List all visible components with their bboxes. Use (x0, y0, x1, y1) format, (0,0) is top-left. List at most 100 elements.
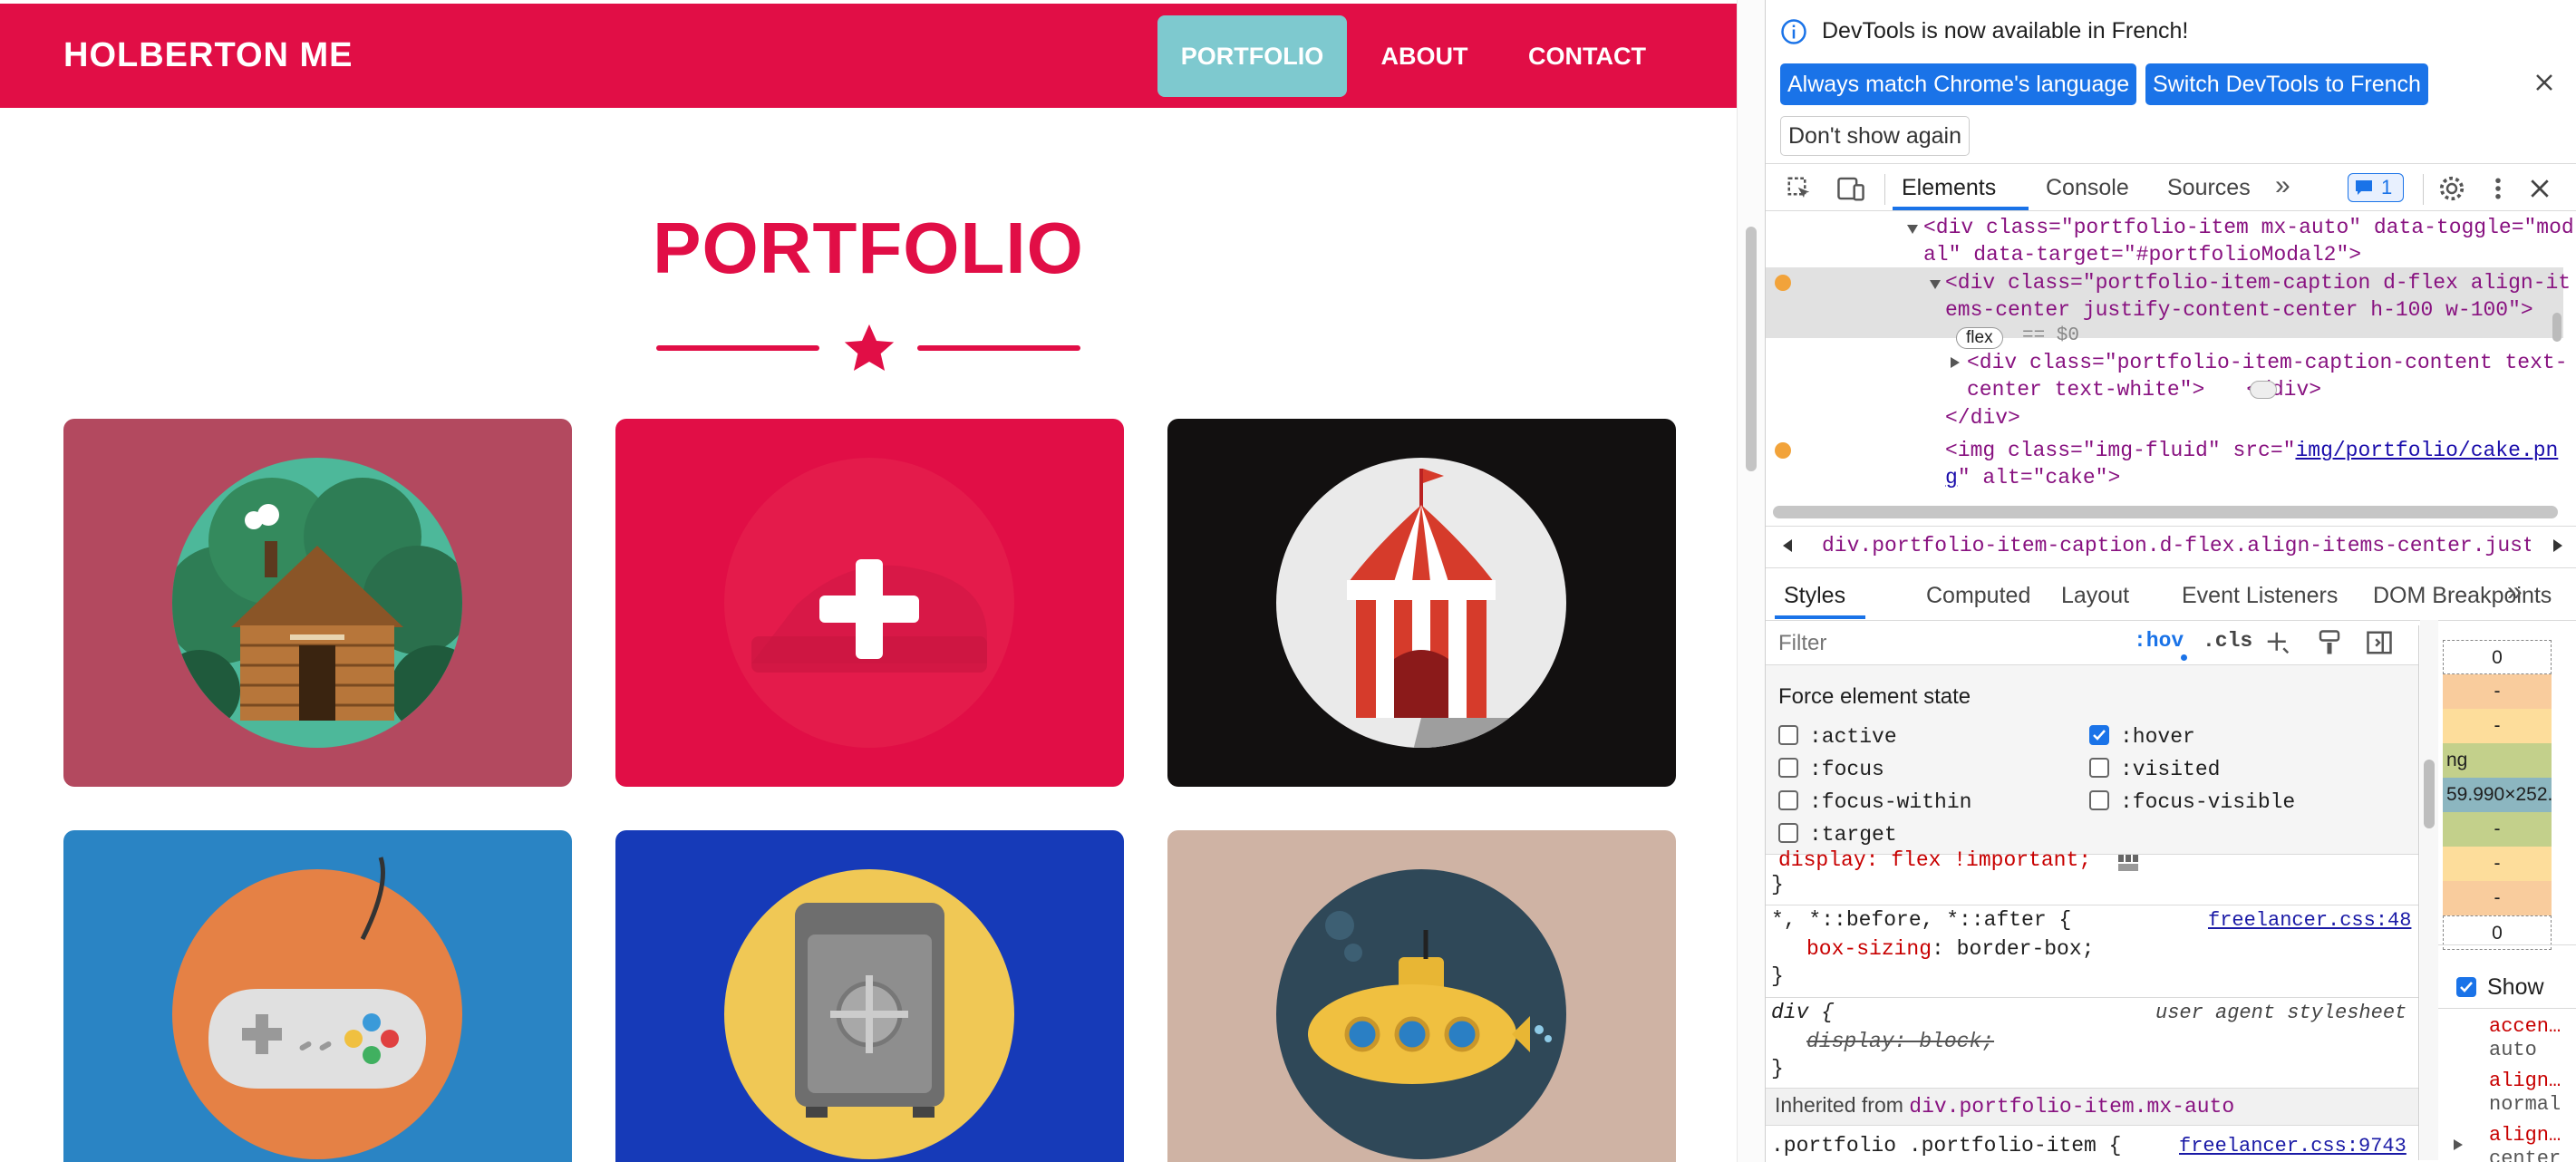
tab-layout[interactable]: Layout (2061, 583, 2129, 609)
dom-line-img-cont[interactable]: g" alt="cake"> (1945, 464, 2120, 492)
cls-toggle[interactable]: .cls (2203, 629, 2252, 653)
breadcrumb-left-icon[interactable] (1782, 538, 1793, 553)
tab-elements[interactable]: Elements (1902, 175, 1996, 201)
force-state-title: Force element state (1778, 684, 1971, 709)
close-icon[interactable] (2534, 73, 2554, 92)
breadcrumb[interactable]: div.portfolio-item-caption.d-flex.align-… (1822, 534, 2531, 557)
hov-active-dot (2181, 654, 2187, 661)
checkmark-icon (2093, 730, 2106, 741)
ellipsis-badge[interactable] (2250, 381, 2277, 399)
divider-line-right (917, 345, 1080, 351)
source-link-freelancer-48[interactable]: freelancer.css:48 (2208, 906, 2411, 934)
dom-line-img[interactable]: <img class="img-fluid" src="img/portfoli… (1945, 437, 2558, 465)
breakpoint-dot (1775, 442, 1791, 459)
source-link-freelancer-9743[interactable]: freelancer.css:9743 (2179, 1132, 2407, 1160)
close-devtools-icon[interactable] (2529, 178, 2551, 199)
circus-tent-icon (1276, 458, 1566, 748)
navbar: HOLBERTON ME PORTFOLIO ABOUT CONTACT (0, 4, 1737, 108)
box-model-padding: ng (2443, 743, 2552, 778)
target-checkbox[interactable] (1778, 823, 1798, 843)
nav-link-contact[interactable]: CONTACT (1509, 15, 1665, 97)
checkmark-icon (2460, 982, 2473, 993)
dom-line-close-div[interactable]: </div> (1945, 404, 2020, 432)
more-tabs-icon[interactable]: » (2275, 170, 2290, 201)
hover-checkbox[interactable] (2089, 725, 2109, 745)
focus-visible-checkbox[interactable] (2089, 790, 2109, 810)
kebab-menu-icon[interactable] (2491, 175, 2505, 202)
focus-checkbox[interactable] (1778, 758, 1798, 778)
dom-line-portfolio-item[interactable]: <div class="portfolio-item mx-auto" data… (1923, 214, 2574, 242)
breadcrumb-right-icon[interactable] (2552, 538, 2563, 553)
styles-filter-input[interactable] (1775, 625, 2137, 662)
star-icon (844, 324, 895, 372)
show-all-checkbox[interactable] (2456, 977, 2476, 997)
cabin-icon (172, 458, 462, 748)
dom-line-caption[interactable]: <div class="portfolio-item-caption d-fle… (1945, 269, 2571, 297)
visited-checkbox[interactable] (2089, 758, 2109, 778)
box-model-padding-bottom: - (2443, 812, 2552, 847)
box-model-margin-bottom: - (2443, 881, 2552, 915)
new-rule-icon[interactable] (2264, 629, 2291, 656)
page-scrollbar-thumb[interactable] (1746, 227, 1757, 471)
message-icon (2356, 180, 2372, 195)
dom-line-portfolio-item-cont[interactable]: al" data-target="#portfolioModal2"> (1923, 241, 2361, 269)
tab-styles[interactable]: Styles (1784, 583, 1845, 609)
portfolio-item-cabin[interactable] (63, 419, 572, 787)
always-match-language-button[interactable]: Always match Chrome's language (1780, 63, 2137, 105)
box-model-border: - (2443, 709, 2552, 743)
website-viewport: HOLBERTON ME PORTFOLIO ABOUT CONTACT POR… (0, 0, 1737, 1162)
gear-icon[interactable] (2438, 175, 2465, 202)
tab-dom-breakpoints[interactable]: DOM Breakpoints (2373, 583, 2552, 609)
flex-badge[interactable]: flex (1956, 327, 2003, 349)
portfolio-item-cake[interactable] (615, 419, 1124, 787)
rule-selector-universal[interactable]: *, *::before, *::after { (1771, 906, 2071, 934)
flexbox-editor-icon[interactable] (2117, 854, 2139, 872)
dom-line-caption-content[interactable]: <div class="portfolio-item-caption-conte… (1967, 349, 2568, 377)
collapsed-triangle-icon[interactable] (1950, 356, 1961, 369)
dont-show-again-button[interactable]: Don't show again (1780, 116, 1971, 156)
rule-box-sizing[interactable]: box-sizing: border-box; (1806, 935, 2094, 963)
rule-selector-portfolio-item[interactable]: .portfolio .portfolio-item { (1771, 1132, 2121, 1160)
device-toolbar-icon[interactable] (1836, 175, 1865, 202)
tab-computed[interactable]: Computed (1926, 583, 2030, 609)
styles-scrollbar[interactable] (2420, 620, 2438, 1160)
inherited-from-label: Inherited from div.portfolio-item.mx-aut… (1775, 1093, 2235, 1118)
dom-scrollbar-thumb[interactable] (2552, 313, 2561, 342)
portfolio-item-game[interactable] (63, 830, 572, 1162)
hov-toggle[interactable]: :hov (2134, 629, 2184, 653)
banner-message: DevTools is now available in French! (1822, 18, 2189, 44)
sidebar-toggle-icon[interactable] (2366, 629, 2393, 656)
inspect-element-icon[interactable] (1786, 175, 1813, 202)
portfolio-item-submarine[interactable] (1167, 830, 1676, 1162)
active-checkbox[interactable] (1778, 725, 1798, 745)
dom-hscrollbar-thumb[interactable] (1773, 506, 2558, 518)
portfolio-item-safe[interactable] (615, 830, 1124, 1162)
nav-link-about[interactable]: ABOUT (1364, 15, 1485, 97)
user-agent-stylesheet-label: user agent stylesheet (2155, 1002, 2407, 1024)
switch-to-french-button[interactable]: Switch DevTools to French (2145, 63, 2428, 105)
safe-icon (724, 869, 1014, 1159)
dom-line-caption-cont[interactable]: ems-center justify-content-center h-100 … (1945, 296, 2533, 324)
issues-badge[interactable]: 1 (2348, 173, 2404, 202)
styles-scrollbar-thumb[interactable] (2424, 760, 2435, 828)
expand-triangle-icon[interactable] (1906, 224, 1919, 235)
portfolio-item-circus[interactable] (1167, 419, 1676, 787)
info-icon (1781, 19, 1806, 44)
submarine-icon (1276, 869, 1566, 1159)
brand-logo[interactable]: HOLBERTON ME (63, 36, 353, 75)
page-scrollbar[interactable] (1737, 0, 1765, 1162)
expand-triangle-icon[interactable] (2453, 1138, 2464, 1151)
focus-within-checkbox[interactable] (1778, 790, 1798, 810)
tab-console[interactable]: Console (2046, 175, 2129, 201)
rule-display-block-overridden[interactable]: display: block; (1806, 1028, 1994, 1056)
paint-brush-icon[interactable] (2317, 629, 2342, 656)
rule-selector-div[interactable]: div { (1771, 999, 1834, 1027)
expand-triangle-icon[interactable] (1929, 279, 1942, 290)
box-model-border-bottom: - (2443, 847, 2552, 881)
more-subtabs-icon[interactable]: » (2507, 576, 2523, 607)
tab-event-listeners[interactable]: Event Listeners (2182, 583, 2338, 609)
rule-display-flex[interactable]: display: flex !important; (1778, 847, 2091, 875)
tab-sources[interactable]: Sources (2167, 175, 2251, 201)
nav-link-portfolio[interactable]: PORTFOLIO (1157, 15, 1347, 97)
dom-line-caption-content-cont[interactable]: center text-white"> </div> (1967, 376, 2321, 404)
